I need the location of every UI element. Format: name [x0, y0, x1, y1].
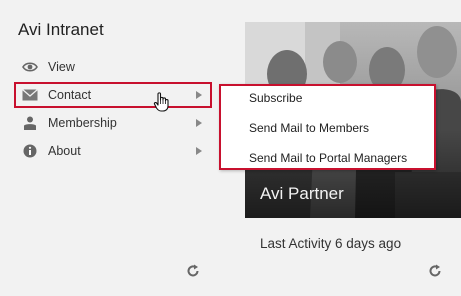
envelope-icon	[22, 89, 38, 101]
submenu-item-subscribe[interactable]: Subscribe	[249, 91, 302, 105]
menu-item-view[interactable]: View	[14, 54, 212, 80]
menu-item-label: Membership	[48, 116, 117, 130]
submenu-item-send-mail-members[interactable]: Send Mail to Members	[249, 121, 369, 135]
refresh-icon[interactable]	[186, 264, 200, 278]
menu-item-contact[interactable]: Contact	[14, 82, 212, 108]
menu-item-membership[interactable]: Membership	[14, 110, 212, 136]
app-title: Avi Intranet	[18, 20, 104, 39]
hand-cursor-icon	[153, 92, 169, 112]
menu-item-label: View	[48, 60, 75, 74]
eye-icon	[22, 62, 38, 72]
last-activity-text: Last Activity 6 days ago	[260, 236, 402, 251]
submenu-item-send-mail-portal-managers[interactable]: Send Mail to Portal Managers	[249, 151, 407, 165]
menu-item-label: About	[48, 144, 81, 158]
chevron-right-icon	[196, 91, 202, 99]
menu-item-about[interactable]: About	[14, 138, 212, 164]
chevron-right-icon	[196, 119, 202, 127]
card-title: Avi Partner	[260, 184, 344, 203]
chevron-right-icon	[196, 147, 202, 155]
contact-submenu: Subscribe Send Mail to Members Send Mail…	[219, 84, 436, 170]
refresh-icon[interactable]	[428, 264, 442, 278]
info-icon	[23, 144, 37, 158]
menu-item-label: Contact	[48, 88, 92, 102]
person-icon	[24, 116, 36, 130]
